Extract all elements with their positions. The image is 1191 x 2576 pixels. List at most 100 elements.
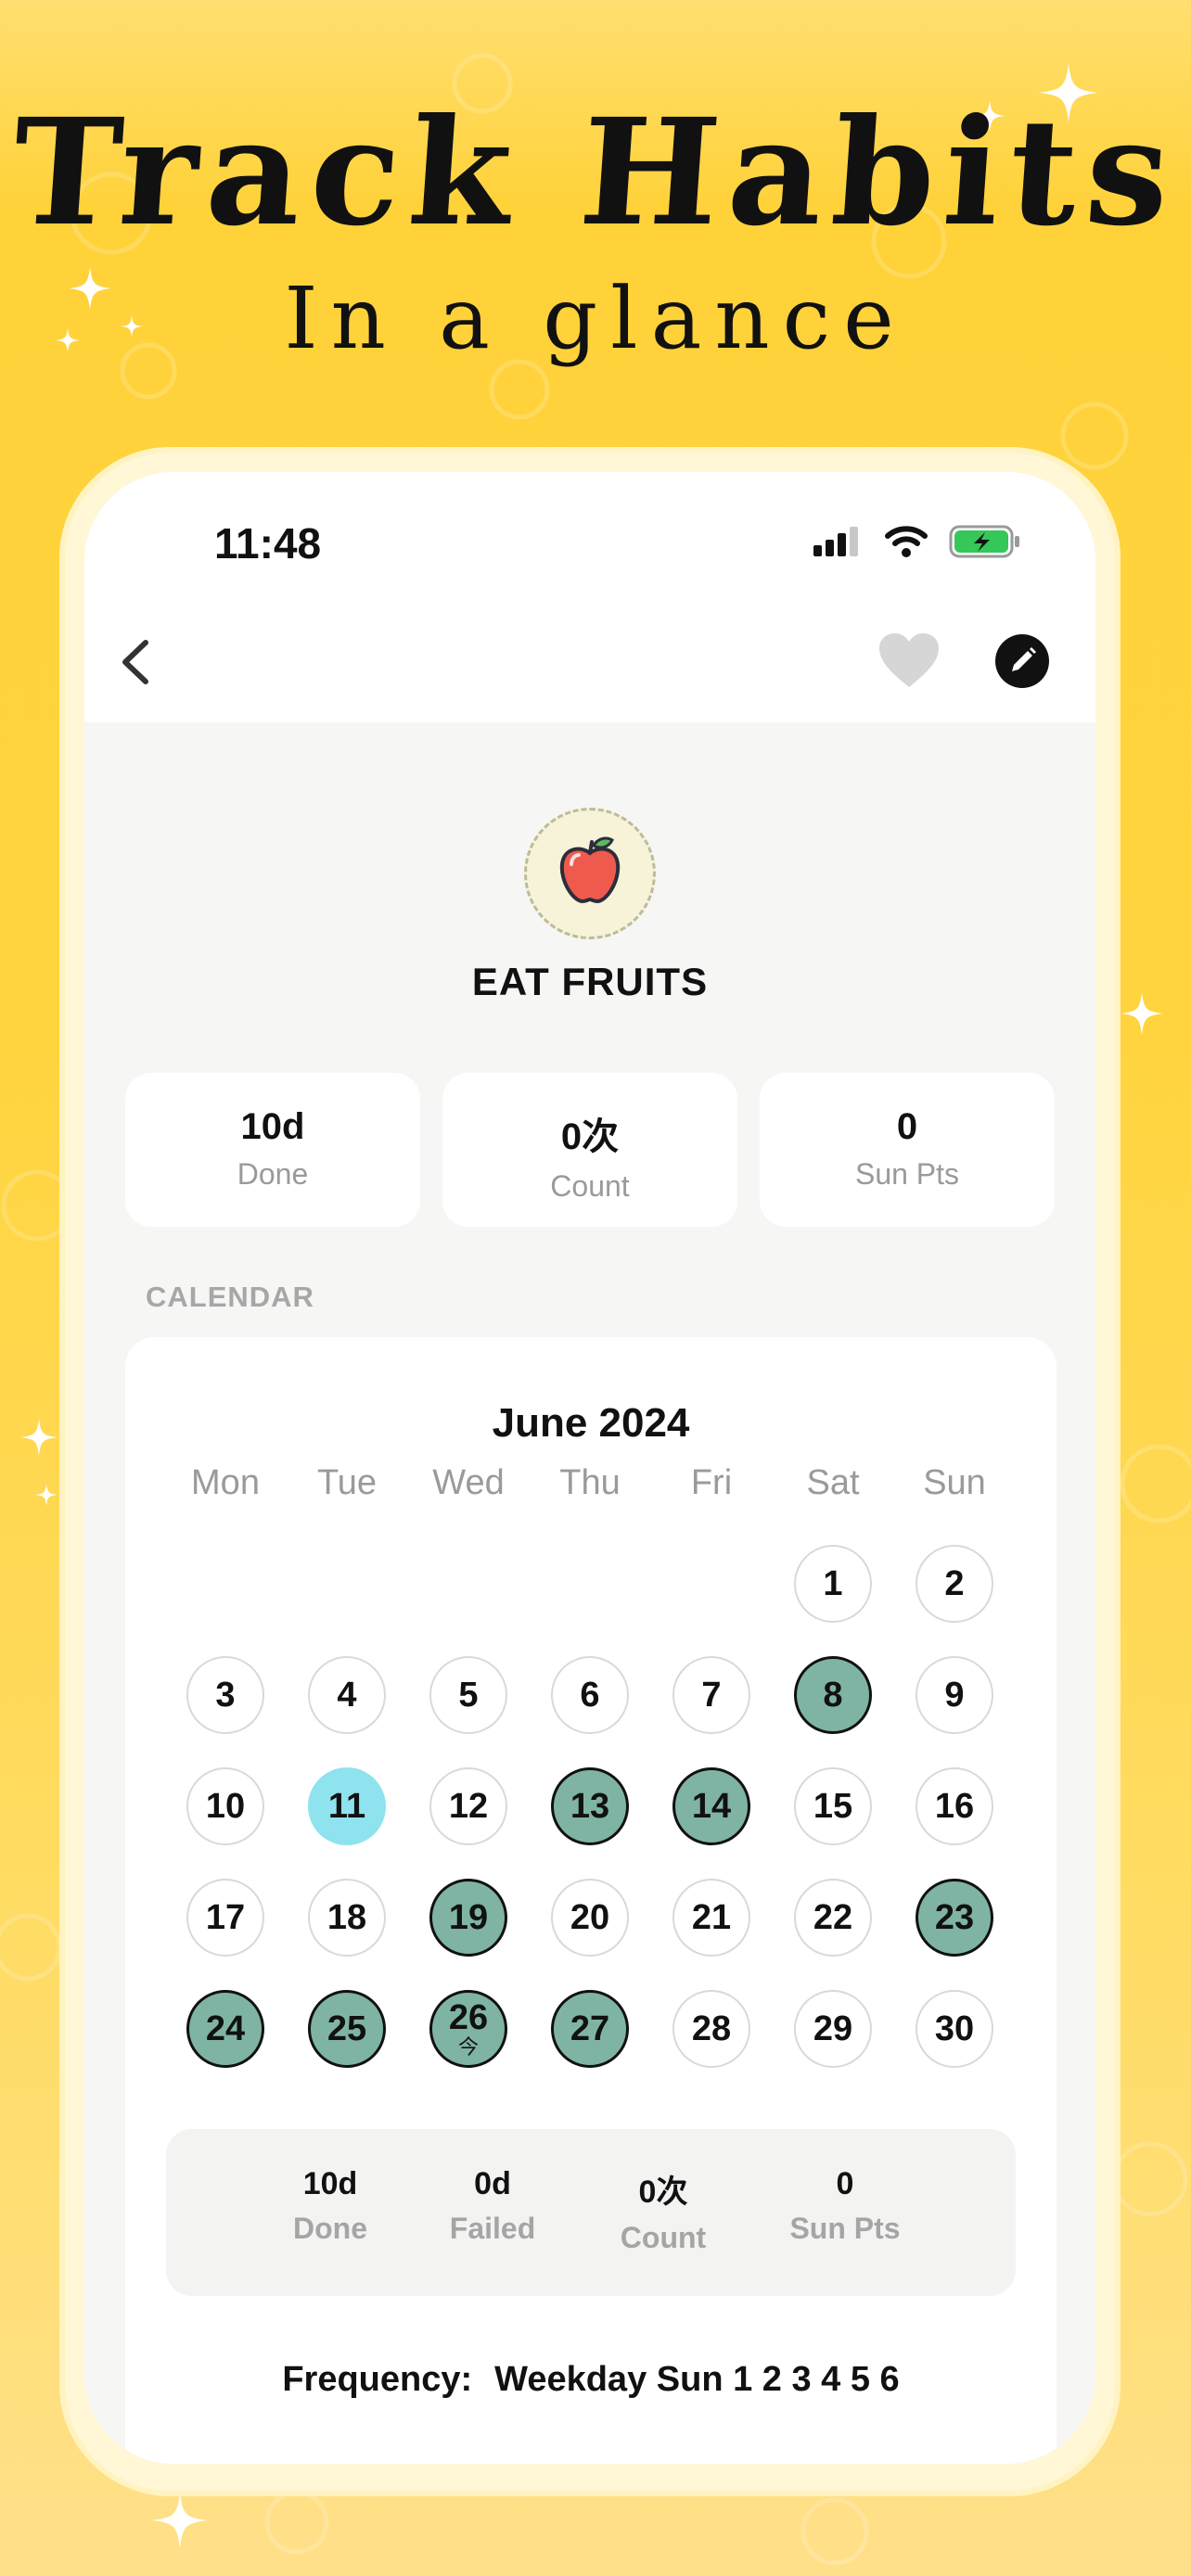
- weekday-sat: Sat: [806, 1463, 860, 1502]
- day-number: 7: [701, 1676, 722, 1715]
- weekday-tue: Tue: [316, 1463, 378, 1502]
- wifi-icon: [885, 526, 928, 557]
- calendar-day[interactable]: 24: [186, 1990, 264, 2068]
- calendar-day[interactable]: 16: [916, 1767, 993, 1845]
- today-marker: 今: [457, 2035, 479, 2059]
- calendar-day[interactable]: 12: [429, 1767, 507, 1845]
- calendar-day[interactable]: 6: [551, 1656, 629, 1734]
- day-number: 8: [823, 1676, 843, 1715]
- edit-button[interactable]: [995, 634, 1049, 688]
- calendar-day[interactable]: 18: [308, 1879, 386, 1957]
- stat-label: Done: [237, 1157, 309, 1191]
- stat-value: 10d: [240, 1106, 305, 1147]
- calendar-day[interactable]: 25: [308, 1990, 386, 2068]
- calendar-day[interactable]: 14: [672, 1767, 750, 1845]
- day-number: 25: [327, 2009, 367, 2048]
- calendar-day[interactable]: 23: [916, 1879, 993, 1957]
- stat-card-done: 10d Done: [125, 1073, 420, 1227]
- day-number: 29: [813, 2009, 853, 2048]
- calendar-day[interactable]: 28: [672, 1990, 750, 2068]
- promo-headline: Track Habits: [6, 87, 1185, 259]
- calendar-day[interactable]: 27: [551, 1990, 629, 2068]
- day-number: 11: [327, 1787, 366, 1826]
- calendar-day[interactable]: 15: [794, 1767, 872, 1845]
- calendar-day[interactable]: 9: [916, 1656, 993, 1734]
- weekday-sun: Sun: [923, 1463, 986, 1502]
- summary-label: Count: [620, 2221, 707, 2254]
- summary-count: 0次 Count: [589, 2166, 737, 2255]
- calendar-day[interactable]: 21: [672, 1879, 750, 1957]
- status-time: 11:48: [214, 519, 322, 567]
- day-number: 3: [215, 1676, 236, 1715]
- weekday-thu: Thu: [559, 1463, 621, 1502]
- calendar-day[interactable]: 7: [672, 1656, 750, 1734]
- signal-icon: [813, 527, 858, 556]
- sparkle-icon: [35, 1484, 58, 1506]
- calendar-day[interactable]: 13: [551, 1767, 629, 1845]
- month-title[interactable]: June 2024: [125, 1400, 1057, 1447]
- day-number: 15: [813, 1787, 853, 1826]
- status-icons: [813, 524, 1021, 559]
- day-number: 12: [448, 1787, 489, 1826]
- calendar-card: June 2024 Mon Tue Wed Thu Fri Sat Sun 12345678…: [125, 1337, 1057, 2464]
- frequency-value: Weekday Sun 1 2 3 4 5 6: [494, 2360, 900, 2399]
- summary-label: Done: [293, 2212, 367, 2245]
- habit-title: EAT FRUITS: [471, 960, 709, 1003]
- summary-value: 10d: [302, 2166, 358, 2201]
- day-number: 26: [448, 1998, 489, 2037]
- day-number: 14: [691, 1787, 732, 1826]
- day-number: 10: [205, 1787, 246, 1826]
- calendar-day[interactable]: 2: [916, 1545, 993, 1623]
- calendar-day[interactable]: 8: [794, 1656, 872, 1734]
- calendar-section-label: CALENDAR: [146, 1281, 314, 1313]
- promo-subheadline: In a glance: [284, 269, 907, 368]
- day-number: 18: [327, 1898, 367, 1937]
- frequency-line: Frequency: Weekday Sun 1 2 3 4 5 6: [125, 2360, 1057, 2400]
- calendar-day[interactable]: 5: [429, 1656, 507, 1734]
- calendar-day[interactable]: 19: [429, 1879, 507, 1957]
- battery-charging-icon: [949, 525, 1019, 558]
- favorite-button[interactable]: [877, 631, 941, 691]
- stat-card-sun-pts: 0 Sun Pts: [760, 1073, 1055, 1227]
- calendar-day[interactable]: 4: [308, 1656, 386, 1734]
- day-number: 4: [337, 1676, 357, 1715]
- summary-value: 0d: [474, 2166, 511, 2201]
- summary-done: 10d Done: [256, 2166, 404, 2246]
- weekday-fri: Fri: [690, 1463, 733, 1502]
- frequency-label: Frequency:: [282, 2360, 473, 2399]
- summary-label: Failed: [449, 2212, 536, 2245]
- stat-label: Count: [550, 1169, 630, 1203]
- calendar-day[interactable]: 1: [794, 1545, 872, 1623]
- day-number: 24: [205, 2009, 246, 2048]
- habit-icon-badge: [524, 808, 656, 939]
- calendar-day[interactable]: 20: [551, 1879, 629, 1957]
- calendar-day[interactable]: 3: [186, 1656, 264, 1734]
- month-summary: 10d Done 0d Failed 0次 Count 0 Sun Pts: [166, 2129, 1016, 2296]
- calendar-day[interactable]: 29: [794, 1990, 872, 2068]
- summary-value: 0次: [638, 2174, 688, 2210]
- sparkle-icon: [20, 1419, 58, 1456]
- calendar-day[interactable]: 22: [794, 1879, 872, 1957]
- calendar-day[interactable]: 17: [186, 1879, 264, 1957]
- back-button[interactable]: [103, 630, 168, 695]
- weekday-mon: Mon: [191, 1463, 260, 1502]
- calendar-day[interactable]: 26 今: [429, 1990, 507, 2068]
- calendar-day[interactable]: 30: [916, 1990, 993, 2068]
- day-number: 20: [570, 1898, 610, 1937]
- calendar-day[interactable]: 11: [308, 1767, 386, 1845]
- day-number: 5: [458, 1676, 479, 1715]
- phone-screen: 11:48 EAT FRUITS 10d Done 0次 Count 0 Sun…: [84, 472, 1095, 2464]
- stat-card-count: 0次 Count: [442, 1073, 737, 1227]
- day-number: 21: [691, 1898, 732, 1937]
- stat-value: 0: [896, 1106, 918, 1147]
- pencil-icon: [1012, 647, 1036, 671]
- summary-value: 0: [836, 2166, 854, 2201]
- summary-failed: 0d Failed: [418, 2166, 567, 2246]
- apple-icon: [559, 836, 621, 904]
- sparkle-icon: [152, 2493, 208, 2548]
- day-number: 9: [944, 1676, 965, 1715]
- summary-label: Sun Pts: [789, 2212, 901, 2245]
- day-number: 13: [570, 1787, 610, 1826]
- stat-value: 0次: [560, 1116, 620, 1157]
- calendar-day[interactable]: 10: [186, 1767, 264, 1845]
